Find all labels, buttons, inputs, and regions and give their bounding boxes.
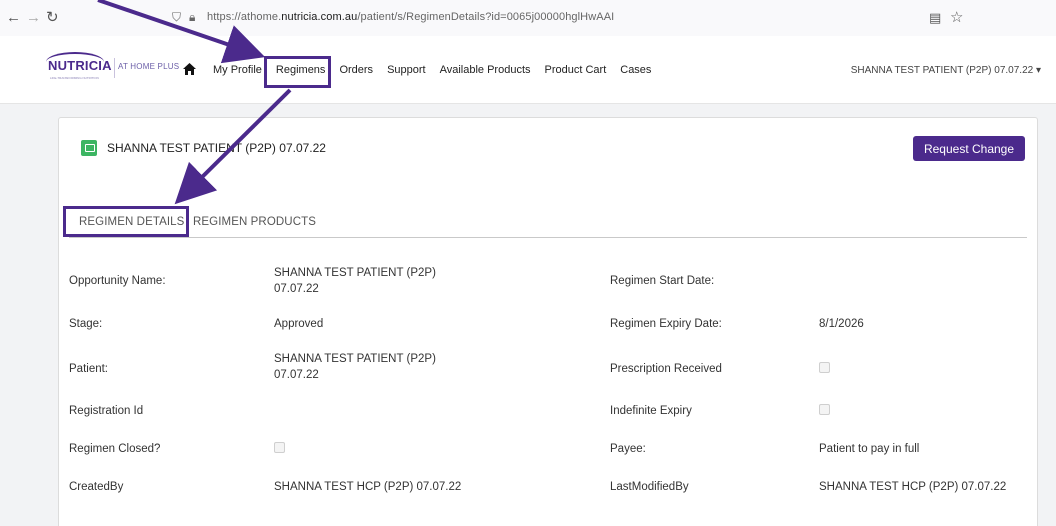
home-icon[interactable] [183,63,196,75]
request-change-button[interactable]: Request Change [913,136,1025,161]
stage-value: Approved [274,318,324,330]
url-prefix: https://athome. [207,11,282,23]
bookmark-star-icon[interactable]: ☆ [950,8,963,26]
lock-icon[interactable]: 🔒︎ [189,10,195,25]
nav-my-profile[interactable]: My Profile [213,64,262,76]
forward-arrow-icon[interactable]: → [26,9,41,27]
payee-label: Payee: [610,443,646,455]
regimen-record-icon [81,140,97,156]
back-arrow-icon[interactable]: ← [6,9,21,27]
last-modified-by-label: LastModifiedBy [610,481,689,493]
registration-id-label: Registration Id [69,405,144,417]
indefinite-expiry-checkbox [819,404,830,420]
logo-divider [114,58,115,78]
nav-available-products[interactable]: Available Products [440,64,531,76]
opportunity-name-value: SHANNA TEST PATIENT (P2P) 07.07.22 [274,267,436,295]
nav-product-cart[interactable]: Product Cart [545,64,607,76]
logo-text: NUTRICIA [48,58,112,73]
regimen-start-label: Regimen Start Date: [610,275,715,287]
nav-orders[interactable]: Orders [339,64,373,76]
regimen-closed-label: Regimen Closed? [69,443,161,455]
logo-tagline: LIFE-TRANSFORMING NUTRITION [50,76,99,80]
created-by-value: SHANNA TEST HCP (P2P) 07.07.22 [274,481,462,493]
browser-toolbar: ← → ↻ ⛉ 🔒︎ https://athome.nutricia.com.a… [0,0,1056,36]
tab-regimen-products[interactable]: REGIMEN PRODUCTS [193,216,316,228]
stage-label: Stage: [69,318,103,330]
patient-value: SHANNA TEST PATIENT (P2P) 07.07.22 [274,353,436,381]
record-title: SHANNA TEST PATIENT (P2P) 07.07.22 [107,141,326,155]
logo-subtitle: AT HOME PLUS [118,62,180,71]
nutricia-logo[interactable]: NUTRICIA AT HOME PLUS LIFE-TRANSFORMING … [46,52,180,82]
payee-value: Patient to pay in full [819,443,920,455]
reload-icon[interactable]: ↻ [46,9,59,27]
regimen-closed-checkbox [274,442,464,458]
url-path: /patient/s/RegimenDetails?id=0065j00000h… [357,11,615,23]
regimen-expiry-label: Regimen Expiry Date: [610,318,722,330]
nav-support[interactable]: Support [387,64,426,76]
prescription-received-checkbox [819,362,830,378]
patient-label: Patient: [69,363,108,375]
regimen-expiry-value: 8/1/2026 [819,318,864,330]
nav-cases[interactable]: Cases [620,64,651,76]
last-modified-by-value: SHANNA TEST HCP (P2P) 07.07.22 [819,481,1007,493]
reader-view-icon[interactable]: ▤ [929,10,941,26]
highlight-box-regimen-details [63,206,189,237]
url-domain: nutricia.com.au [281,11,358,23]
opportunity-name-label: Opportunity Name: [69,275,166,287]
regimen-card: SHANNA TEST PATIENT (P2P) 07.07.22 Reque… [58,117,1038,526]
tab-bar: REGIMEN DETAILS REGIMEN PRODUCTS [69,216,1027,238]
user-menu[interactable]: SHANNA TEST PATIENT (P2P) 07.07.22 ▾ [851,65,1041,76]
site-header: NUTRICIA AT HOME PLUS LIFE-TRANSFORMING … [0,36,1056,104]
shield-icon[interactable]: ⛉ [172,10,181,25]
address-bar[interactable]: https://athome.nutricia.com.au/patient/s… [207,11,614,23]
highlight-box-regimens [264,56,331,88]
prescription-received-label: Prescription Received [610,363,722,375]
created-by-label: CreatedBy [69,481,124,493]
indefinite-expiry-label: Indefinite Expiry [610,405,692,417]
